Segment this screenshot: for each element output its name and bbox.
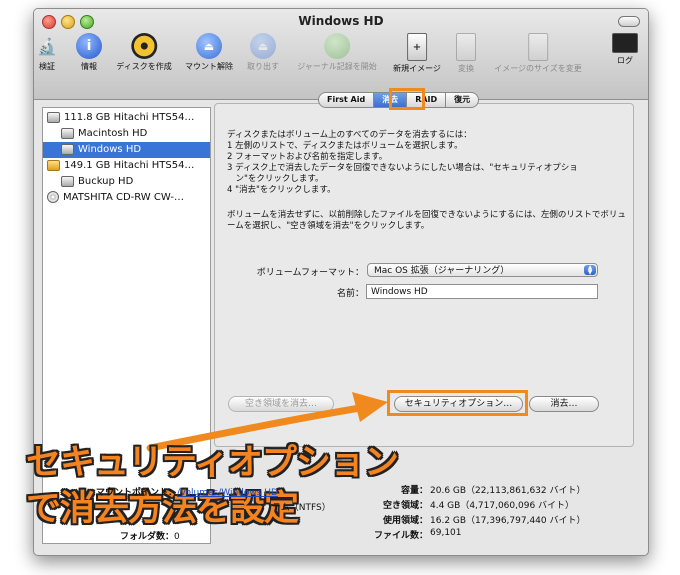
erase-free-space-note: ボリュームを消去せずに、以前削除したファイルを回復できないようにするには、左側の… — [227, 210, 626, 231]
toolbar-label: マウント解除 — [185, 62, 233, 71]
toolbar-verify-button[interactable]: 🔬 検証 — [34, 33, 60, 72]
security-options-highlight — [387, 390, 528, 416]
toolbar-label: 取り出す — [247, 62, 279, 71]
annotation-caption-line1: セキュリティオプション — [26, 443, 399, 483]
info-capacity-value: 20.6 GB（22,113,861,632 バイト） — [430, 486, 586, 496]
toolbar-new-image-button[interactable]: + 新規イメージ — [393, 33, 441, 74]
info-free-value: 4.4 GB（4,717,060,096 バイト） — [430, 501, 575, 511]
info-files-value: 69,101 — [430, 528, 462, 538]
toolbar-log-button[interactable]: ログ — [612, 33, 638, 66]
info-capacity-label: 容量： — [400, 486, 428, 496]
resize-image-icon — [527, 33, 548, 61]
journal-icon — [323, 33, 350, 59]
toolbar-unmount-button[interactable]: ⏏ マウント解除 — [185, 33, 233, 72]
toolbar-label: ディスクを作成 — [116, 62, 172, 71]
toolbar-info-button[interactable]: i 情報 — [76, 33, 102, 72]
toolbar-eject-button[interactable]: ⏏ 取り出す — [247, 33, 279, 72]
sidebar-item-cd-drive[interactable]: MATSHITA CD-RW CW-… — [43, 190, 210, 206]
format-label: ボリュームフォーマット： — [256, 268, 364, 278]
volume-icon — [61, 127, 74, 139]
external-disk-icon — [47, 159, 60, 171]
toolbar-toggle-button[interactable] — [618, 16, 640, 27]
volume-format-value: Mac OS 拡張（ジャーナリング） — [374, 266, 510, 276]
toolbar-label: 検証 — [39, 62, 55, 71]
volume-icon — [61, 175, 74, 187]
toolbar-convert-button[interactable]: 変換 — [456, 33, 476, 74]
sidebar-item-hitachi-111[interactable]: 111.8 GB Hitachi HTS54… — [43, 110, 210, 126]
unmount-icon: ⏏ — [196, 33, 222, 59]
name-label: 名前： — [336, 289, 364, 299]
toolbar-burn-button[interactable]: ディスクを作成 — [116, 33, 172, 72]
erase-tab-highlight — [389, 88, 425, 110]
toolbar-label: 情報 — [81, 62, 97, 71]
sidebar-item-buckup-hd[interactable]: Buckup HD — [43, 174, 210, 190]
title-bar: Windows HD 🔬 検証 i 情報 ディスクを作成 ⏏ マウント解除 ⏏ … — [34, 9, 648, 100]
tab-first-aid[interactable]: First Aid — [318, 92, 375, 108]
info-format: テム（NTFS） — [272, 503, 331, 513]
info-used-label: 使用領域： — [382, 516, 428, 526]
toolbar-label: ジャーナル記録を開始 — [297, 62, 377, 71]
toolbar-resize-image-button[interactable]: イメージのサイズを変更 — [494, 33, 582, 74]
info-used-value: 16.2 GB（17,396,797,440 バイト） — [430, 516, 586, 526]
new-image-icon: + — [407, 33, 427, 61]
toolbar-label: 変換 — [458, 64, 474, 73]
toolbar-label: ログ — [617, 56, 633, 65]
erase-instructions: ディスクまたはボリューム上のすべてのデータを消去するには： 1 左側のリストで、… — [227, 130, 578, 195]
info-mount-point: マウントポイント：/Volumes/Windows HD — [96, 488, 278, 498]
erase-free-space-button[interactable]: 空き領域を消去… — [228, 396, 334, 412]
mount-point-link[interactable]: /Volumes/Windows HD — [177, 488, 278, 498]
sidebar-item-windows-hd[interactable]: Windows HD — [43, 142, 210, 158]
toolbar-label: イメージのサイズを変更 — [494, 64, 582, 73]
hard-disk-icon — [47, 111, 60, 123]
microscope-icon: 🔬 — [37, 36, 57, 56]
window-title: Windows HD — [298, 14, 384, 28]
volume-format-select[interactable]: Mac OS 拡張（ジャーナリング） ▲ ▼ — [367, 263, 598, 277]
select-arrows-icon: ▲ ▼ — [584, 265, 596, 276]
info-free-label: 空き領域： — [382, 501, 428, 511]
sidebar-item-hitachi-149[interactable]: 149.1 GB Hitachi HTS54… — [43, 158, 210, 174]
sidebar-item-macintosh-hd[interactable]: Macintosh HD — [43, 126, 210, 142]
info-icon: i — [76, 33, 102, 59]
convert-icon — [456, 33, 476, 61]
cd-icon — [47, 191, 59, 203]
volume-icon — [61, 143, 74, 155]
tab-restore[interactable]: 復元 — [445, 92, 480, 108]
info-folders: フォルダ数：0 — [120, 532, 180, 542]
info-files-label: ファイル数： — [373, 531, 428, 541]
toolbar-journal-button[interactable]: ジャーナル記録を開始 — [297, 33, 377, 72]
erase-button[interactable]: 消去… — [529, 396, 599, 412]
eject-icon: ⏏ — [250, 33, 276, 59]
burn-icon — [130, 33, 157, 59]
volume-name-field[interactable]: Windows HD — [366, 284, 598, 299]
log-icon — [612, 33, 638, 53]
toolbar-label: 新規イメージ — [393, 64, 441, 73]
